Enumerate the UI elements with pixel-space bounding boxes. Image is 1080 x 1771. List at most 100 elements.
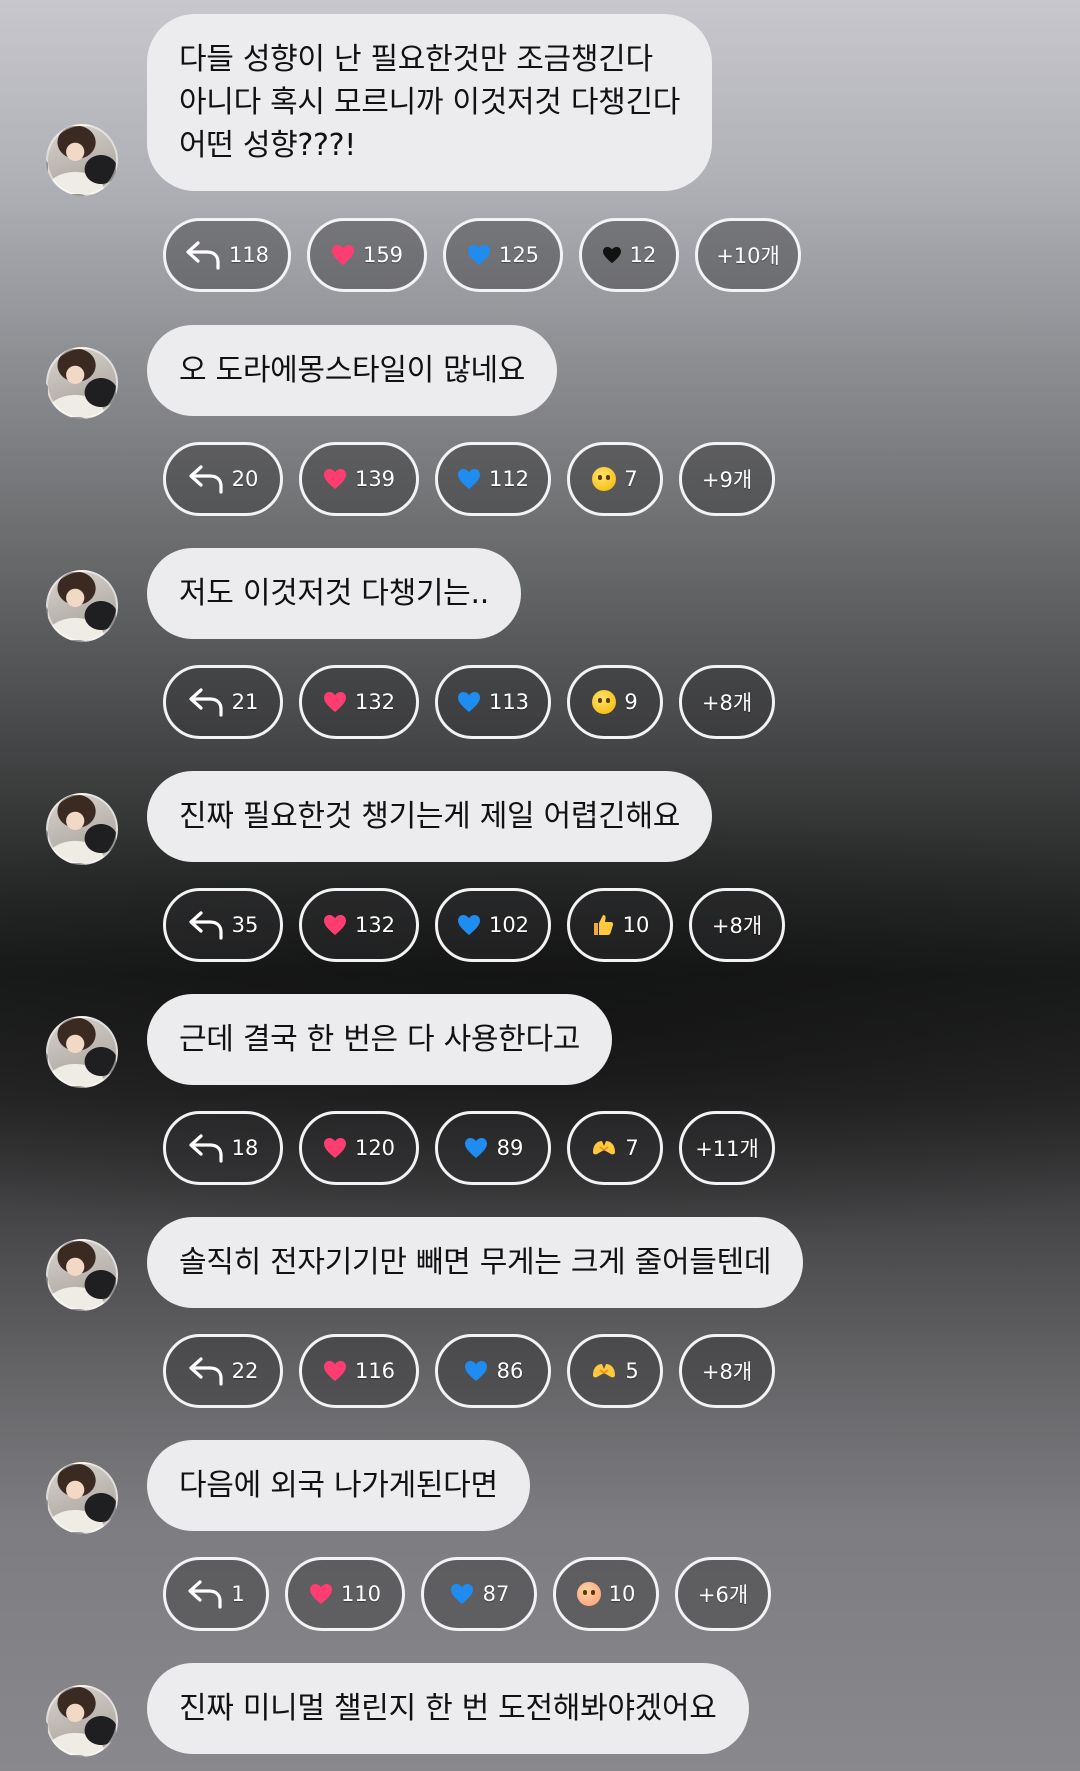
pink-heart-icon (323, 689, 347, 715)
blue-heart-reaction[interactable]: 89 (435, 1111, 551, 1185)
more-reactions-button[interactable]: +11개 (679, 1111, 775, 1185)
reaction-count: +11개 (695, 1137, 759, 1161)
reaction-count: 7 (625, 1136, 639, 1160)
reply-button[interactable]: 18 (163, 1111, 283, 1185)
reaction-count: 21 (231, 690, 259, 714)
emoji-reaction[interactable]: 10 (553, 1557, 659, 1631)
blue-heart-icon (467, 242, 491, 268)
reaction-bar: 21 132 113 9 +8개 (163, 665, 775, 739)
reaction-count: 116 (354, 1359, 396, 1383)
message-bubble[interactable]: 저도 이것저것 다챙기는.. (147, 548, 521, 639)
blue-heart-reaction[interactable]: 86 (435, 1334, 551, 1408)
reply-button[interactable]: 20 (163, 442, 283, 516)
pink-heart-reaction[interactable]: 110 (285, 1557, 405, 1631)
avatar[interactable] (46, 793, 118, 865)
blue-heart-icon (449, 1581, 475, 1607)
heart-hands-emoji-icon (591, 1358, 617, 1384)
reaction-count: 7 (624, 467, 638, 491)
reaction-count: 159 (362, 243, 404, 267)
reply-button[interactable]: 118 (163, 218, 291, 292)
reaction-count: 86 (496, 1359, 524, 1383)
avatar[interactable] (46, 124, 118, 196)
emoji-reaction[interactable]: 7 (567, 442, 663, 516)
blue-heart-reaction[interactable]: 125 (443, 218, 563, 292)
reaction-count: 112 (488, 467, 530, 491)
reaction-bar: 20 139 112 7 +9개 (163, 442, 775, 516)
reaction-count: 132 (354, 913, 396, 937)
reaction-count: 12 (629, 243, 657, 267)
avatar[interactable] (46, 1685, 118, 1757)
message-bubble[interactable]: 오 도라에몽스타일이 많네요 (147, 325, 558, 416)
message-bubble[interactable]: 솔직히 전자기기만 빼면 무게는 크게 줄어들텐데 (147, 1217, 804, 1308)
blue-heart-icon (463, 1135, 489, 1161)
reaction-count: 118 (228, 243, 270, 267)
more-reactions-button[interactable]: +10개 (695, 218, 801, 292)
more-reactions-button[interactable]: +9개 (679, 442, 775, 516)
reply-arrow-icon (188, 688, 224, 717)
avatar[interactable] (46, 1239, 118, 1311)
message-bubble[interactable]: 진짜 필요한것 챙기는게 제일 어렵긴해요 (147, 771, 713, 862)
reaction-bar: 118 159 125 12 +10개 (163, 218, 801, 292)
blue-heart-icon (463, 1358, 489, 1384)
message-bubble[interactable]: 근데 결국 한 번은 다 사용한다고 (147, 994, 613, 1085)
reply-button[interactable]: 22 (163, 1334, 283, 1408)
message-bubble[interactable]: 진짜 미니멀 챌린지 한 번 도전해봐야겠어요 (147, 1663, 749, 1754)
pink-heart-reaction[interactable]: 116 (299, 1334, 419, 1408)
reaction-count: +8개 (701, 1360, 753, 1384)
more-reactions-button[interactable]: +8개 (679, 1334, 775, 1408)
surprised-face-emoji-icon (592, 689, 617, 715)
reaction-count: 89 (496, 1136, 524, 1160)
reaction-count: 125 (498, 243, 540, 267)
blue-heart-reaction[interactable]: 87 (421, 1557, 537, 1631)
reaction-count: +10개 (716, 244, 780, 268)
blue-heart-reaction[interactable]: 112 (435, 442, 551, 516)
reply-arrow-icon (188, 1357, 224, 1386)
reply-button[interactable]: 35 (163, 888, 283, 962)
emoji-reaction[interactable]: 10 (567, 888, 673, 962)
avatar[interactable] (46, 570, 118, 642)
reaction-count: 10 (622, 913, 650, 937)
reply-button[interactable]: 21 (163, 665, 283, 739)
blue-heart-reaction[interactable]: 113 (435, 665, 551, 739)
message-thread: 다들 성향이 난 필요한것만 조금챙긴다 아니다 혹시 모르니까 이것저것 다챙… (0, 0, 1080, 1771)
reaction-count: 20 (231, 467, 259, 491)
avatar[interactable] (46, 1016, 118, 1088)
reaction-count: +9개 (701, 468, 753, 492)
reaction-count: 132 (354, 690, 396, 714)
pink-heart-reaction[interactable]: 120 (299, 1111, 419, 1185)
reply-arrow-icon (188, 465, 224, 494)
black-heart-icon (602, 242, 622, 268)
reaction-count: 1 (231, 1582, 245, 1606)
avatar[interactable] (46, 347, 118, 419)
reply-button[interactable]: 1 (163, 1557, 269, 1631)
heart-hands-emoji-icon (591, 1135, 617, 1161)
reaction-count: 110 (340, 1582, 382, 1606)
pink-heart-reaction[interactable]: 139 (299, 442, 419, 516)
reply-arrow-icon (187, 1580, 223, 1609)
more-reactions-button[interactable]: +8개 (689, 888, 785, 962)
reaction-count: 22 (231, 1359, 259, 1383)
emoji-reaction[interactable]: 5 (567, 1334, 663, 1408)
blue-heart-icon (457, 466, 481, 492)
emoji-reaction[interactable]: 9 (567, 665, 663, 739)
emoji-reaction[interactable]: 7 (567, 1111, 663, 1185)
message-bubble[interactable]: 다음에 외국 나가게된다면 (147, 1440, 530, 1531)
emoji-reaction[interactable]: 12 (579, 218, 679, 292)
avatar[interactable] (46, 1462, 118, 1534)
reaction-count: 10 (608, 1582, 636, 1606)
smiling-hearts-emoji-icon (576, 1581, 601, 1607)
pink-heart-icon (323, 1135, 347, 1161)
pink-heart-reaction[interactable]: 132 (299, 665, 419, 739)
message-bubble[interactable]: 다들 성향이 난 필요한것만 조금챙긴다 아니다 혹시 모르니까 이것저것 다챙… (147, 14, 713, 191)
reaction-count: +8개 (711, 914, 763, 938)
more-reactions-button[interactable]: +6개 (675, 1557, 771, 1631)
reaction-count: +6개 (697, 1583, 749, 1607)
reply-arrow-icon (188, 1134, 224, 1163)
pink-heart-reaction[interactable]: 159 (307, 218, 427, 292)
reaction-count: +8개 (701, 691, 753, 715)
reaction-count: 18 (231, 1136, 259, 1160)
blue-heart-reaction[interactable]: 102 (435, 888, 551, 962)
pink-heart-reaction[interactable]: 132 (299, 888, 419, 962)
reaction-count: 139 (354, 467, 396, 491)
more-reactions-button[interactable]: +8개 (679, 665, 775, 739)
